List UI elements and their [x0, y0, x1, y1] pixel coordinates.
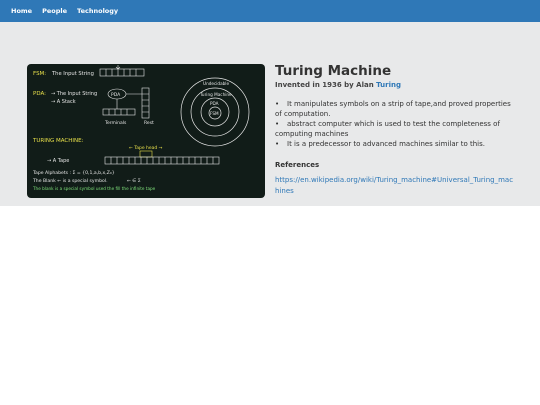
- article-content: Turing Machine Invented in 1936 by Alan …: [275, 62, 515, 197]
- fsm-text: The Input String: [51, 71, 94, 77]
- top-navbar: Home People Technology: [0, 0, 540, 22]
- page-title: Turing Machine: [275, 63, 392, 79]
- fact-item: It manipulates symbols on a strip of tap…: [275, 99, 515, 119]
- invented-prefix: Invented in 1936 by Alan: [275, 81, 377, 89]
- fact-item: It is a predecessor to advanced machines…: [275, 139, 515, 149]
- pda-circle-label: PDA: [210, 101, 219, 106]
- pda-stack: [102, 87, 150, 119]
- a-tape-label: → A Tape: [47, 158, 69, 164]
- blank-fill-note: The blank is a special symbol used the f…: [32, 186, 156, 191]
- feature-section: FSM: The Input String PDA: → The Input S…: [0, 22, 540, 206]
- blank-symbol: ← ∈ Σ: [127, 178, 141, 184]
- nav-people-link[interactable]: People: [42, 7, 67, 15]
- tm-label: TURING MACHINE:: [32, 138, 84, 144]
- turing-machine-circle-label: Turing Machine: [199, 92, 232, 97]
- infinite-tape: [104, 156, 220, 165]
- pda-label: PDA:: [33, 91, 46, 97]
- turing-machine-diagram: FSM: The Input String PDA: → The Input S…: [27, 64, 265, 198]
- rest-label: Rest: [144, 120, 154, 126]
- references-heading: References: [275, 161, 320, 169]
- undecidable-label: Undecidable: [203, 81, 229, 86]
- pda-node-label: PDA: [111, 92, 121, 98]
- nav-home-link[interactable]: Home: [11, 7, 32, 15]
- invented-line: Invented in 1936 by Alan Turing: [275, 81, 515, 89]
- fsm-circle-label: FSM: [210, 111, 219, 116]
- nav-technology-link[interactable]: Technology: [77, 7, 118, 15]
- tape-head-label: ← Tape head →: [129, 145, 163, 151]
- fact-list: It manipulates symbols on a strip of tap…: [275, 99, 515, 149]
- reference-link[interactable]: https://en.wikipedia.org/wiki/Turing_mac…: [275, 175, 515, 197]
- pda-line2: → A Stack: [51, 99, 76, 105]
- tape-alphabets: Tape Alphabets : Σ = {0,1,a,b,x,Z₀}: [32, 170, 115, 176]
- fact-item: abstract computer which is used to test …: [275, 119, 515, 139]
- fsm-tape: [99, 68, 145, 77]
- pda-line1: → The Input String: [51, 91, 97, 97]
- fsm-label: FSM:: [33, 71, 46, 77]
- blank-note: The Blank ← is a special symbol.: [32, 178, 108, 184]
- inventor-link[interactable]: Turing: [376, 81, 401, 89]
- terminals-label: Terminals: [104, 120, 127, 126]
